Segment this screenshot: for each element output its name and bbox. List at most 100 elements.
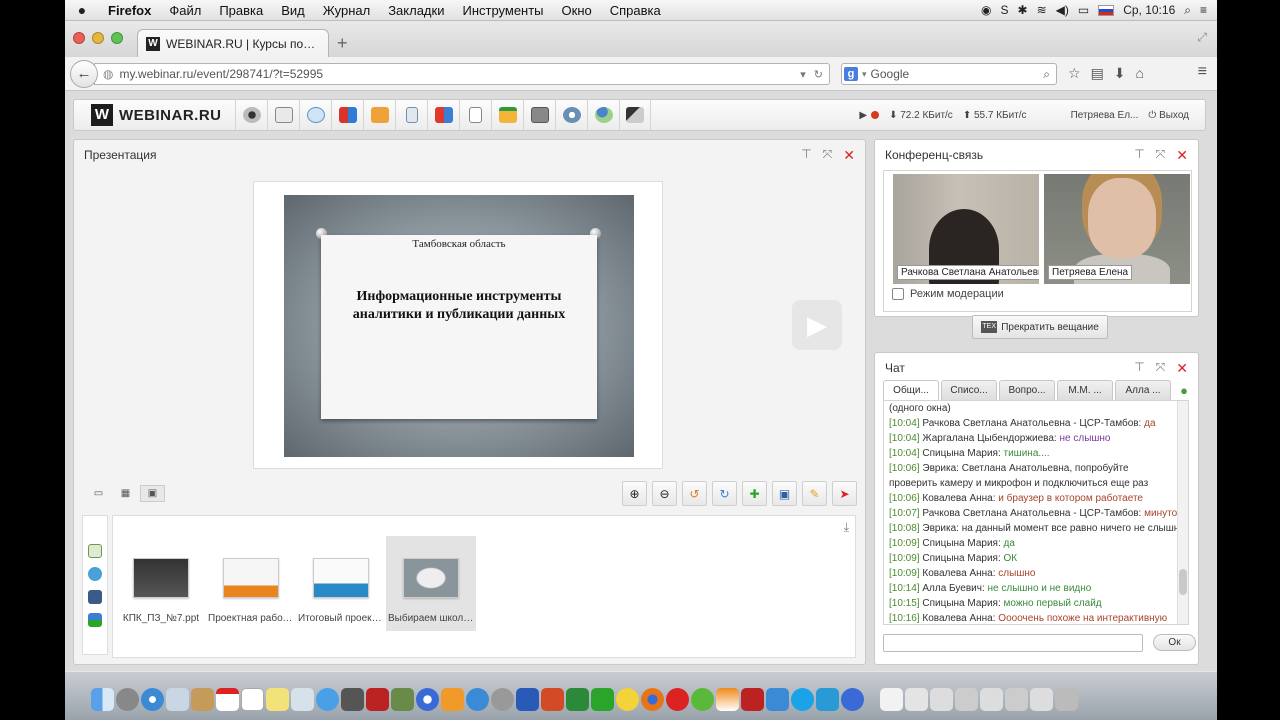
layout-button[interactable] [523, 100, 555, 130]
chat-scrollbar[interactable] [1177, 401, 1188, 624]
trash-icon[interactable] [1055, 688, 1078, 711]
word-icon[interactable] [516, 688, 539, 711]
notification-center-icon[interactable]: ≡ [1200, 3, 1207, 17]
menu-window[interactable]: Окно [553, 3, 601, 18]
menu-view[interactable]: Вид [272, 3, 314, 18]
menu-firefox[interactable]: Firefox [99, 3, 160, 18]
folder-button[interactable] [363, 100, 395, 130]
facetime-icon[interactable] [341, 688, 364, 711]
chat-tab-list[interactable]: Списо... [941, 380, 997, 400]
file-item[interactable]: Проектная работа... [206, 536, 296, 631]
participant-icon[interactable]: ● [1180, 383, 1188, 398]
webcam-feed[interactable]: Рачкова Светлана Анатольевн [893, 174, 1039, 284]
vlc-icon[interactable] [716, 688, 739, 711]
launchpad-icon[interactable] [116, 688, 139, 711]
search-engine-dropdown-icon[interactable]: ▾ [862, 69, 867, 80]
minimized-window-icon[interactable] [1005, 688, 1028, 711]
home-icon[interactable]: ⌂ [1136, 65, 1144, 82]
image-file-icon[interactable] [88, 613, 102, 627]
notes-app-icon[interactable] [241, 688, 264, 711]
minimized-window-icon[interactable] [955, 688, 978, 711]
bluetooth-icon[interactable]: ✱ [1018, 3, 1028, 17]
quicktime-icon[interactable] [841, 688, 864, 711]
search-bar[interactable]: g ▾ Google ⌕ [841, 63, 1057, 85]
opera-icon[interactable] [666, 688, 689, 711]
record-icon[interactable]: ◉ [981, 3, 991, 17]
menu-file[interactable]: Файл [160, 3, 210, 18]
pin-icon[interactable]: ⊤ [801, 147, 811, 164]
close-icon[interactable]: ✕ [1176, 360, 1188, 377]
webcam-feed[interactable]: Петряева Елена [1044, 174, 1190, 284]
close-window-icon[interactable] [73, 32, 85, 44]
messages-icon[interactable] [316, 688, 339, 711]
file-item-selected[interactable]: Выбираем школу ... [386, 536, 476, 631]
zoom-in-icon[interactable]: ⊕ [622, 481, 647, 506]
system-preferences-icon[interactable] [491, 688, 514, 711]
file-item[interactable]: Итоговый проект ... [296, 536, 386, 631]
send-button[interactable]: Ок [1153, 634, 1196, 651]
powerpoint-icon[interactable] [541, 688, 564, 711]
ibooks-icon[interactable] [441, 688, 464, 711]
mic-lock-button[interactable] [619, 100, 651, 130]
apple-menu-icon[interactable]: ● [65, 2, 99, 18]
pin-icon[interactable]: ⊤ [1134, 360, 1144, 377]
webcam-button[interactable] [235, 100, 267, 130]
stickies-icon[interactable] [266, 688, 289, 711]
downloads-stack-icon[interactable] [905, 688, 928, 711]
iphoto-icon[interactable] [391, 688, 414, 711]
skype-icon[interactable]: S [1000, 3, 1008, 17]
browser-tab[interactable]: W WEBINAR.RU | Курсы повы... [137, 29, 329, 57]
minimized-window-icon[interactable] [980, 688, 1003, 711]
grid-view-icon[interactable]: ▦ [113, 485, 138, 502]
pin-icon[interactable]: ⊤ [1134, 147, 1144, 164]
save-icon[interactable]: ▣ [772, 481, 797, 506]
photobooth-icon[interactable] [366, 688, 389, 711]
radioactive-icon[interactable] [616, 688, 639, 711]
minimize-window-icon[interactable] [92, 32, 104, 44]
menu-edit[interactable]: Правка [210, 3, 272, 18]
presentation-button[interactable] [267, 100, 299, 130]
spotlight-icon[interactable]: ⌕ [1184, 3, 1191, 18]
finder-icon[interactable] [91, 688, 114, 711]
filezilla-icon[interactable] [741, 688, 764, 711]
dock-app-icon[interactable] [816, 688, 839, 711]
play-icon[interactable]: ▶ [859, 110, 867, 121]
moderation-toggle[interactable]: Режим модерации [892, 288, 1004, 300]
calendar-icon[interactable] [216, 688, 239, 711]
file-item[interactable]: КПК_ПЗ_№7.ppt [116, 536, 206, 631]
contacts-icon[interactable] [191, 688, 214, 711]
minimized-window-icon[interactable] [930, 688, 953, 711]
menu-help[interactable]: Справка [601, 3, 670, 18]
zoom-out-icon[interactable]: ⊖ [652, 481, 677, 506]
google-logo-icon[interactable]: g [844, 67, 858, 81]
search-icon[interactable]: ⌕ [1043, 67, 1050, 82]
close-icon[interactable]: ✕ [843, 147, 855, 164]
utorrent-icon[interactable] [691, 688, 714, 711]
firefox-icon[interactable] [641, 688, 664, 711]
next-slide-button[interactable]: ▶ [792, 300, 842, 350]
bookmark-star-icon[interactable]: ☆ [1068, 65, 1081, 82]
rotate-left-icon[interactable]: ↺ [682, 481, 707, 506]
fullscreen-icon[interactable]: ⤢ [1197, 30, 1207, 45]
url-bar[interactable]: ◍ my.webinar.ru/event/298741/?t=52995 ▾ … [94, 63, 830, 85]
excel-icon[interactable] [566, 688, 589, 711]
notes-button[interactable] [459, 100, 491, 130]
logout-group[interactable]: ⏻ Выход [1148, 110, 1189, 121]
minimized-window-icon[interactable] [1030, 688, 1053, 711]
documents-stack-icon[interactable] [880, 688, 903, 711]
box-button[interactable] [427, 100, 459, 130]
scroll-thumb[interactable] [1179, 569, 1187, 595]
chat-tab-mm[interactable]: М.М. ... [1057, 380, 1113, 400]
presenter-view-icon[interactable]: ▣ [140, 485, 165, 502]
current-user[interactable]: Петряева Ел... [1071, 110, 1139, 121]
mail-icon[interactable] [166, 688, 189, 711]
single-view-icon[interactable]: ▭ [86, 485, 111, 502]
hamburger-menu-icon[interactable]: ≡ [1198, 63, 1207, 81]
volume-icon[interactable]: ◀) [1056, 3, 1069, 17]
battery-icon[interactable]: ▭ [1078, 3, 1089, 17]
chat-button[interactable] [299, 100, 331, 130]
rotate-right-icon[interactable]: ↻ [712, 481, 737, 506]
stop-broadcast-button[interactable]: TEX Прекратить вещание [972, 315, 1108, 339]
upload-file-icon[interactable] [88, 544, 102, 558]
settings-button[interactable] [555, 100, 587, 130]
